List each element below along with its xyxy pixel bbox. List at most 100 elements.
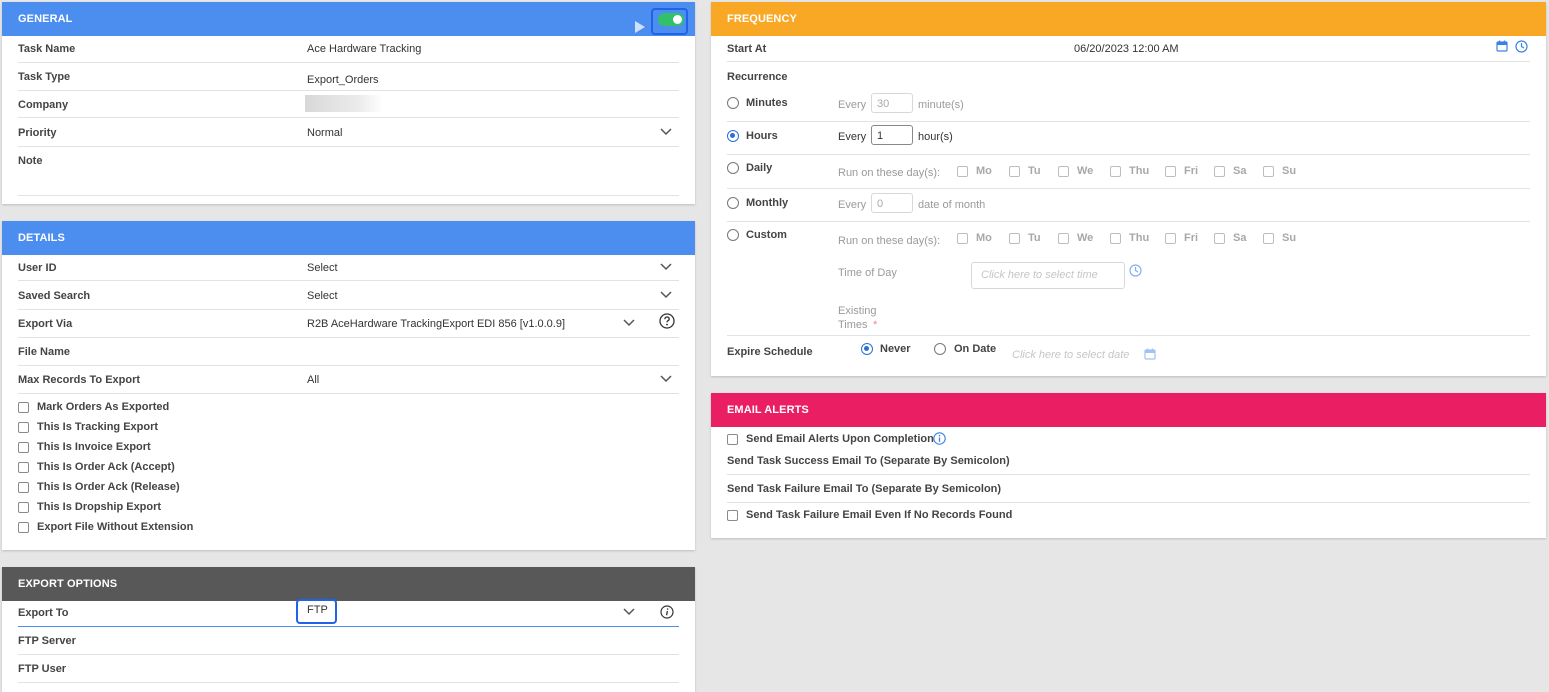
clock-icon[interactable] <box>1515 40 1528 56</box>
calendar-icon[interactable] <box>1496 40 1508 55</box>
custom-sa-checkbox[interactable] <box>1214 233 1225 244</box>
tracking-export-checkbox[interactable] <box>18 422 29 433</box>
minutes-radio[interactable] <box>727 97 739 109</box>
saved-search-select[interactable]: Select <box>307 290 338 302</box>
chevron-down-icon[interactable] <box>660 263 672 273</box>
start-at-value[interactable]: 06/20/2023 12:00 AM <box>1074 43 1179 55</box>
mark-exported-label: Mark Orders As Exported <box>37 401 170 413</box>
daily-sa-checkbox[interactable] <box>1214 166 1225 177</box>
start-at-label: Start At <box>727 43 767 55</box>
general-panel: GENERAL Task Name Ace Hardware Tracking … <box>2 2 695 204</box>
hours-radio[interactable] <box>727 130 739 142</box>
divider <box>18 337 679 338</box>
divider <box>18 117 679 118</box>
daily-mo-checkbox[interactable] <box>957 166 968 177</box>
user-id-select[interactable]: Select <box>307 262 338 274</box>
info-icon[interactable] <box>933 432 946 448</box>
custom-we-checkbox[interactable] <box>1058 233 1069 244</box>
invoice-export-label: This Is Invoice Export <box>37 441 151 453</box>
no-extension-checkbox[interactable] <box>18 522 29 533</box>
chevron-down-icon[interactable] <box>660 128 672 138</box>
never-radio[interactable] <box>861 343 873 355</box>
user-id-label: User ID <box>18 262 57 274</box>
failure-no-records-checkbox[interactable] <box>727 510 738 521</box>
order-ack-accept-checkbox[interactable] <box>18 462 29 473</box>
note-underline[interactable] <box>18 195 679 196</box>
dropship-export-checkbox[interactable] <box>18 502 29 513</box>
tracking-export-label: This Is Tracking Export <box>37 421 159 433</box>
success-email-label: Send Task Success Email To (Separate By … <box>727 455 1010 467</box>
priority-select[interactable]: Normal <box>307 127 342 139</box>
company-value-blurred[interactable] <box>305 95 383 112</box>
daily-thu-checkbox[interactable] <box>1110 166 1121 177</box>
custom-thu-checkbox[interactable] <box>1110 233 1121 244</box>
failure-email-underline[interactable] <box>727 502 1530 503</box>
max-records-select[interactable]: All <box>307 374 319 386</box>
daily-tu-checkbox[interactable] <box>1009 166 1020 177</box>
daily-su-checkbox[interactable] <box>1263 166 1274 177</box>
monthly-input[interactable]: 0 <box>871 193 913 213</box>
success-email-underline[interactable] <box>727 474 1530 475</box>
chevron-down-icon[interactable] <box>623 319 635 329</box>
info-icon[interactable] <box>660 605 674 622</box>
order-ack-release-checkbox[interactable] <box>18 482 29 493</box>
email-alerts-header: EMAIL ALERTS <box>711 393 1546 427</box>
export-to-label: Export To <box>18 607 69 619</box>
divider <box>18 365 679 366</box>
daily-fri-checkbox[interactable] <box>1165 166 1176 177</box>
hours-input[interactable]: 1 <box>871 125 913 145</box>
time-of-day-label: Time of Day <box>838 267 897 279</box>
daily-radio[interactable] <box>727 162 739 174</box>
daily-sa-label: Sa <box>1233 165 1247 177</box>
monthly-radio[interactable] <box>727 197 739 209</box>
daily-we-label: We <box>1077 165 1094 177</box>
daily-we-checkbox[interactable] <box>1058 166 1069 177</box>
daily-su-label: Su <box>1282 165 1297 177</box>
order-ack-release-label: This Is Order Ack (Release) <box>37 481 180 493</box>
ftp-user-label: FTP User <box>18 663 67 675</box>
task-type-label: Task Type <box>18 71 71 83</box>
details-title: DETAILS <box>18 232 65 244</box>
calendar-icon[interactable] <box>1144 348 1156 363</box>
divider <box>18 146 679 147</box>
custom-fri-checkbox[interactable] <box>1165 233 1176 244</box>
monthly-unit: date of month <box>918 199 986 211</box>
daily-run-on-label: Run on these day(s): <box>838 167 941 179</box>
general-title: GENERAL <box>18 13 73 25</box>
ftp-server-label: FTP Server <box>18 635 76 647</box>
email-alerts-panel: EMAIL ALERTS Send Email Alerts Upon Comp… <box>711 393 1546 538</box>
saved-search-label: Saved Search <box>18 290 91 302</box>
clock-icon[interactable] <box>1129 264 1142 280</box>
time-of-day-input[interactable]: Click here to select time <box>971 262 1125 289</box>
minutes-every-label: Every <box>838 99 867 111</box>
task-type-value: Export_Orders <box>307 74 379 86</box>
file-name-label: File Name <box>18 346 70 358</box>
on-date-radio[interactable] <box>934 343 946 355</box>
custom-sa-label: Sa <box>1233 232 1247 244</box>
custom-tu-checkbox[interactable] <box>1009 233 1020 244</box>
send-alerts-checkbox[interactable] <box>727 434 738 445</box>
custom-radio[interactable] <box>727 229 739 241</box>
general-header: GENERAL <box>2 2 695 36</box>
custom-su-label: Su <box>1282 232 1297 244</box>
chevron-down-icon[interactable] <box>623 608 635 618</box>
custom-we-label: We <box>1077 232 1094 244</box>
play-icon[interactable] <box>634 13 645 47</box>
help-icon[interactable] <box>659 313 675 332</box>
invoice-export-checkbox[interactable] <box>18 442 29 453</box>
expire-schedule-label: Expire Schedule <box>727 346 813 358</box>
task-name-value[interactable]: Ace Hardware Tracking <box>307 43 421 55</box>
export-via-select[interactable]: R2B AceHardware TrackingExport EDI 856 [… <box>307 318 565 330</box>
date-placeholder[interactable]: Click here to select date <box>1012 349 1129 361</box>
custom-mo-checkbox[interactable] <box>957 233 968 244</box>
mark-exported-checkbox[interactable] <box>18 402 29 413</box>
chevron-down-icon[interactable] <box>660 375 672 385</box>
minutes-input[interactable]: 30 <box>871 93 913 113</box>
export-options-header: EXPORT OPTIONS <box>2 567 695 601</box>
custom-su-checkbox[interactable] <box>1263 233 1274 244</box>
daily-thu-label: Thu <box>1129 165 1150 177</box>
divider <box>18 90 679 91</box>
divider <box>727 221 1530 222</box>
chevron-down-icon[interactable] <box>660 291 672 301</box>
details-panel: DETAILS User ID Select Saved Search Sele… <box>2 221 695 550</box>
